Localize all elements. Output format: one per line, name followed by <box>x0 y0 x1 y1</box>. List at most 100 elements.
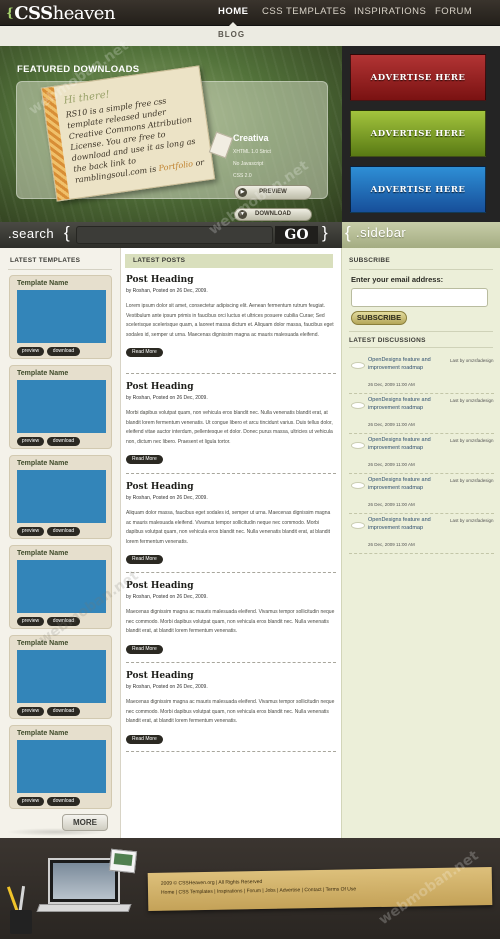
subscribe-button[interactable]: SUBSCRIBE <box>351 311 407 325</box>
site-logo[interactable]: {CSSheaven <box>6 1 116 25</box>
template-thumbnail[interactable] <box>17 290 106 343</box>
post-title[interactable]: Post Heading <box>126 581 335 591</box>
discussion-date: 26 Dec, 2009 11:00 AM <box>368 502 415 507</box>
template-thumbnail[interactable] <box>17 470 106 523</box>
discussion-last-by: Last by omzsfadesign <box>450 438 494 443</box>
logo-brace: { <box>6 6 14 20</box>
download-label: DOWNLOAD <box>255 211 291 217</box>
post-title[interactable]: Post Heading <box>126 482 335 492</box>
footer-link-css-templates[interactable]: CSS Templates <box>178 889 212 896</box>
nav-item-home[interactable]: HOME <box>218 0 249 27</box>
footer-link-forum[interactable]: Forum <box>247 888 262 894</box>
discussion-title[interactable]: OpenDesigns feature and improvement road… <box>368 357 438 372</box>
post-title[interactable]: Post Heading <box>126 382 335 392</box>
post: Post Heading by Roshan, Posted on 26 Dec… <box>126 275 335 358</box>
latest-discussions-heading: LATEST DISCUSSIONS <box>349 337 426 344</box>
template-preview-button[interactable]: preview <box>17 437 44 446</box>
template-preview-button[interactable]: preview <box>17 527 44 536</box>
template-preview-button[interactable]: preview <box>17 347 44 356</box>
post-body: Aliquam dolor massa, faucibus eget sodal… <box>126 510 331 545</box>
footer-link-home[interactable]: Home <box>161 890 174 896</box>
latest-templates-column: LATEST TEMPLATES Template Name preview d… <box>0 248 121 838</box>
post-body: Morbi dapibus volutpat quam, non vehicul… <box>126 410 333 445</box>
nav-item-css-templates[interactable]: CSS TEMPLATES <box>262 0 346 26</box>
sidebar-column: SUBSCRIBE Enter your email address: SUBS… <box>341 248 500 838</box>
logo-text-css: CSS <box>14 3 53 24</box>
discussion-last-by: Last by omzsfadesign <box>450 518 494 523</box>
post-body: Maecenas dignissim magna ac mauris males… <box>126 609 335 634</box>
template-card: Template Name preview download <box>9 635 112 719</box>
footer-link-jobs[interactable]: Jobs <box>265 888 276 894</box>
template-download-button[interactable]: download <box>47 797 80 806</box>
template-download-button[interactable]: download <box>47 347 80 356</box>
nav-item-forum[interactable]: FORUM <box>435 0 472 26</box>
nav-item-inspirations[interactable]: INSPIRATIONS <box>354 0 426 26</box>
template-name[interactable]: Template Name <box>17 370 68 377</box>
template-download-button[interactable]: download <box>47 437 80 446</box>
arrow-down-icon: ▼ <box>238 210 247 219</box>
read-more-button[interactable]: Read More <box>126 734 163 744</box>
template-download-button[interactable]: download <box>47 527 80 536</box>
template-download-button[interactable]: download <box>47 617 80 626</box>
footer-link-terms[interactable]: Terms Of Use <box>326 886 357 893</box>
template-thumbnail[interactable] <box>17 740 106 793</box>
discussion-title[interactable]: OpenDesigns feature and improvement road… <box>368 437 438 452</box>
discussion-title[interactable]: OpenDesigns feature and improvement road… <box>368 477 438 492</box>
template-name[interactable]: Template Name <box>17 550 68 557</box>
discussion-item: OpenDesigns feature and improvement road… <box>349 396 494 434</box>
discussion-title[interactable]: OpenDesigns feature and improvement road… <box>368 397 438 412</box>
template-preview-button[interactable]: preview <box>17 707 44 716</box>
paper-link: Portfolio <box>158 159 194 174</box>
search-go-button[interactable]: GO <box>275 226 318 244</box>
divider <box>8 269 112 270</box>
featured-preview-button[interactable]: ▶ PREVIEW <box>234 185 312 200</box>
discussion-last-by: Last by omzsfadesign <box>450 478 494 483</box>
subnav-item-blog[interactable]: BLOG <box>218 30 245 39</box>
template-name[interactable]: Template Name <box>17 640 68 647</box>
ad-banner-blue[interactable]: ADVERTISE HERE <box>350 166 486 213</box>
search-input[interactable] <box>76 226 273 244</box>
post-title[interactable]: Post Heading <box>126 671 335 681</box>
search-label: .search <box>8 226 55 241</box>
footer-plank: 2009 © CSSHeaven.org | All Rights Reserv… <box>147 867 493 911</box>
discussion-item: OpenDesigns feature and improvement road… <box>349 516 494 554</box>
post-divider <box>126 572 336 573</box>
featured-downloads-banner: FEATURED DOWNLOADS Hi there! RS10 is a s… <box>0 46 342 222</box>
read-more-button[interactable]: Read More <box>126 455 163 464</box>
more-templates-button[interactable]: MORE <box>62 814 108 831</box>
discussion-date: 26 Dec, 2009 11:00 AM <box>368 422 415 427</box>
laptop-base <box>36 904 132 912</box>
ad-banner-red[interactable]: ADVERTISE HERE <box>350 54 486 101</box>
footer: 2009 © CSSHeaven.org | All Rights Reserv… <box>0 838 500 939</box>
footer-link-contact[interactable]: Contact <box>304 887 321 893</box>
read-more-button[interactable]: Read More <box>126 348 163 357</box>
template-thumbnail[interactable] <box>17 650 106 703</box>
template-name[interactable]: Template Name <box>17 730 68 737</box>
post: Post Heading by Roshan, Posted on 26 Dec… <box>126 581 335 655</box>
ad-banner-green[interactable]: ADVERTISE HERE <box>350 110 486 157</box>
template-preview-button[interactable]: preview <box>17 797 44 806</box>
subscribe-heading: SUBSCRIBE <box>349 257 390 264</box>
read-more-button[interactable]: Read More <box>126 555 163 564</box>
read-more-button[interactable]: Read More <box>126 644 163 654</box>
template-name[interactable]: Template Name <box>17 460 68 467</box>
template-thumbnail[interactable] <box>17 380 106 433</box>
search-bar: .search { GO } <box>0 222 342 248</box>
post-title[interactable]: Post Heading <box>126 275 335 285</box>
email-label: Enter your email address: <box>351 275 444 284</box>
footer-link-inspirations[interactable]: Inspirations <box>217 888 243 894</box>
ad-column: ADVERTISE HERE ADVERTISE HERE ADVERTISE … <box>342 46 500 222</box>
email-field[interactable] <box>351 288 488 307</box>
paper-text: RS10 is a simple free css template relea… <box>65 91 206 186</box>
sidebar-label: .sidebar <box>356 225 407 240</box>
footer-link-advertise[interactable]: Advertise <box>279 887 300 893</box>
featured-download-button[interactable]: ▼ DOWNLOAD <box>234 208 312 221</box>
template-download-button[interactable]: download <box>47 707 80 716</box>
discussion-item: OpenDesigns feature and improvement road… <box>349 476 494 514</box>
discussion-title[interactable]: OpenDesigns feature and improvement road… <box>368 517 438 532</box>
template-thumbnail[interactable] <box>17 560 106 613</box>
template-preview-button[interactable]: preview <box>17 617 44 626</box>
post-divider <box>126 662 336 663</box>
template-name[interactable]: Template Name <box>17 280 68 287</box>
play-icon: ▶ <box>238 188 247 197</box>
